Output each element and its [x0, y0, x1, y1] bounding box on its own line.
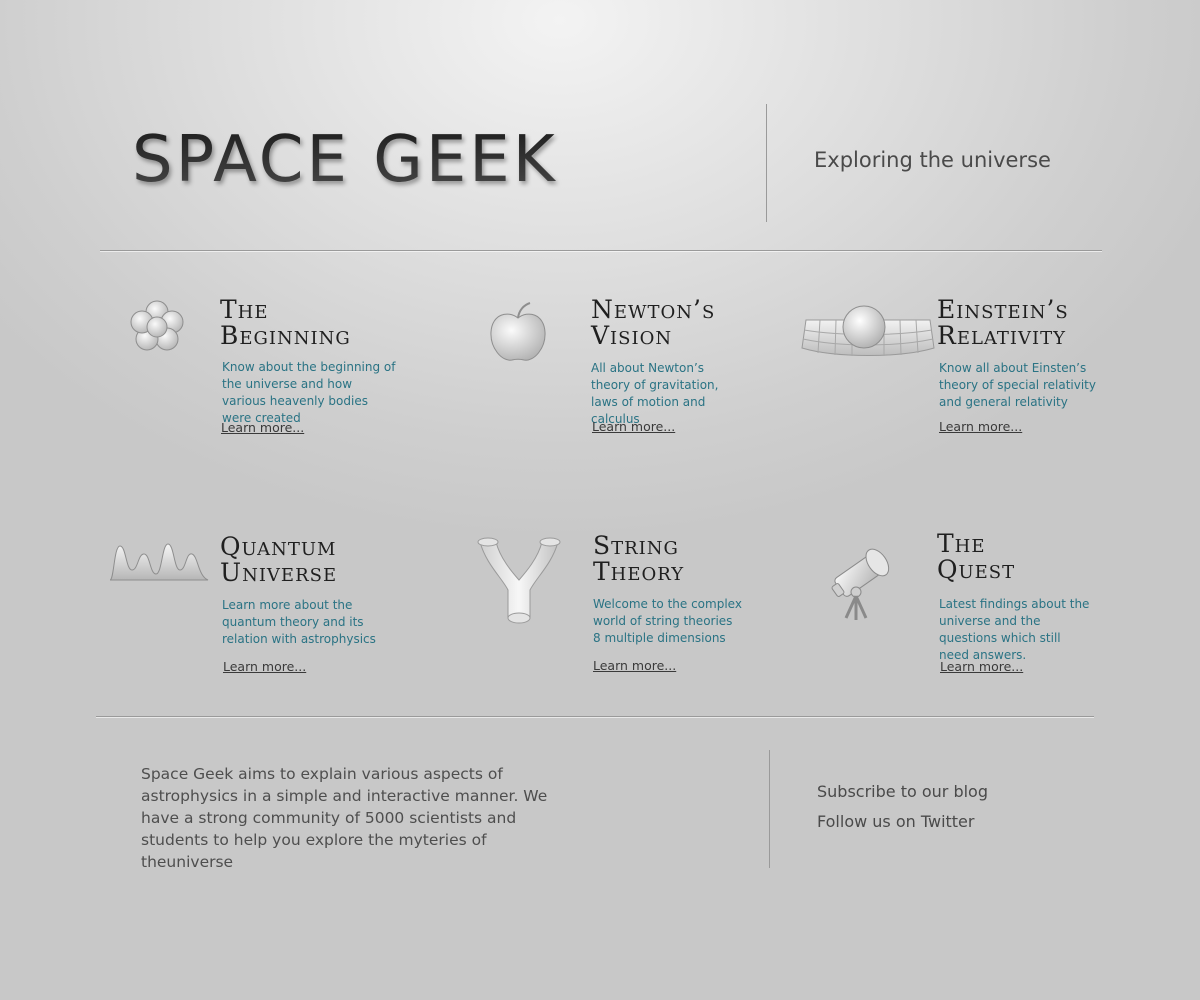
feature-title-newton: Newton’s Vision: [591, 297, 715, 349]
feature-title-line2: Theory: [593, 557, 685, 586]
subscribe-blog-link[interactable]: Subscribe to our blog: [817, 782, 988, 801]
feature-title-line2: Quest: [937, 555, 1016, 584]
feature-title-line1: Newton’s: [591, 295, 716, 324]
flower-icon: [128, 298, 186, 356]
feature-title-string: String Theory: [593, 533, 684, 585]
feature-title-line1: Einstein’s: [937, 295, 1069, 324]
site-tagline: Exploring the universe: [814, 148, 1051, 172]
feature-title-quest: The Quest: [937, 531, 1015, 583]
feature-title-line1: String: [593, 531, 679, 560]
feature-title-line2: Relativity: [937, 321, 1067, 350]
feature-title-line1: Quantum: [220, 532, 337, 561]
feature-title-line1: The: [937, 529, 986, 558]
feature-title-beginning: The Beginning: [220, 297, 351, 349]
header-rule: [100, 250, 1102, 251]
site-logo[interactable]: SPACE GEEK: [132, 124, 558, 196]
about-text: Space Geek aims to explain various aspec…: [141, 765, 548, 871]
learn-more-link-newton[interactable]: Learn more...: [592, 419, 675, 434]
feature-title-line2: Universe: [220, 558, 338, 587]
telescope-icon: [826, 536, 898, 622]
feature-description-einstein: Know all about Einsten’s theory of speci…: [939, 361, 1096, 409]
feature-title-line2: Vision: [591, 321, 673, 350]
header-divider: [766, 104, 767, 222]
footer-rule: [96, 716, 1094, 717]
feature-title-line2: Beginning: [220, 321, 351, 350]
wave-icon: [108, 540, 210, 584]
learn-more-link-einstein[interactable]: Learn more...: [939, 419, 1022, 434]
follow-twitter-link[interactable]: Follow us on Twitter: [817, 812, 974, 831]
learn-more-link-quest[interactable]: Learn more...: [940, 659, 1023, 674]
apple-icon: [486, 300, 550, 366]
feature-title-line1: The: [220, 295, 269, 324]
feature-description-quantum: Learn more about the quantum theory and …: [222, 598, 376, 646]
feature-title-einstein: Einstein’s Relativity: [937, 297, 1069, 349]
feature-description-beginning: Know about the beginning of the universe…: [222, 360, 396, 425]
footer-divider: [769, 750, 770, 868]
feature-description-string: Welcome to the complex world of string t…: [593, 597, 742, 645]
y-tube-icon: [476, 534, 562, 626]
feature-description-quest: Latest findings about the universe and t…: [939, 597, 1090, 662]
learn-more-link-string[interactable]: Learn more...: [593, 658, 676, 673]
spacetime-grid-icon: [800, 302, 936, 362]
feature-title-quantum: Quantum Universe: [220, 534, 337, 586]
learn-more-link-quantum[interactable]: Learn more...: [223, 659, 306, 674]
learn-more-link-beginning[interactable]: Learn more...: [221, 420, 304, 435]
feature-description-newton: All about Newton’s theory of gravitation…: [591, 361, 719, 426]
